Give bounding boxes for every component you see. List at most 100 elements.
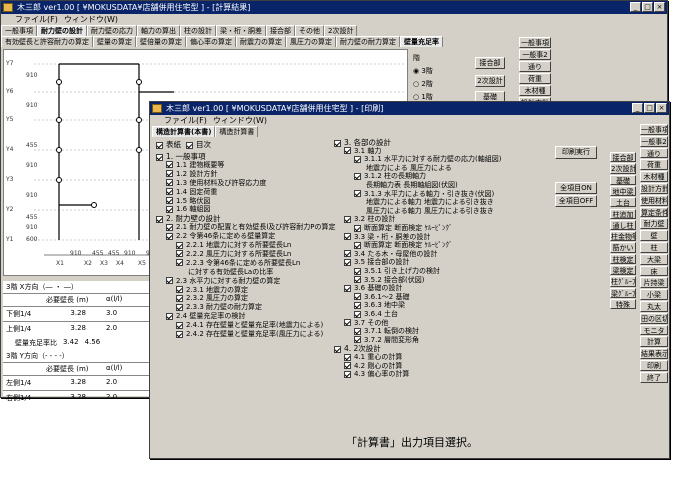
tab-wall-amount[interactable]: 壁量の算定 bbox=[93, 36, 136, 47]
menu-window[interactable]: ウィンドウ(W) bbox=[64, 14, 118, 25]
checkbox-checked-icon[interactable] bbox=[344, 284, 351, 292]
checkbox-checked-icon[interactable] bbox=[176, 330, 183, 338]
side-button[interactable]: 丸太 bbox=[640, 301, 668, 312]
checkbox-checked-icon[interactable] bbox=[176, 303, 183, 311]
checkbox-checked-icon[interactable] bbox=[344, 362, 351, 370]
checkbox-checked-icon[interactable] bbox=[166, 197, 173, 204]
tab-wall-sufficiency[interactable]: 壁量充足率 bbox=[400, 36, 443, 47]
tab-joint[interactable]: 接合部 bbox=[266, 25, 295, 36]
minimize-button[interactable]: _ bbox=[632, 103, 643, 113]
side-button[interactable]: 小梁 bbox=[640, 289, 668, 300]
report-item-checkbox[interactable]: 2. 耐力壁の設計 bbox=[156, 214, 221, 223]
side-button[interactable]: 計算 bbox=[640, 336, 668, 348]
tab-wall-design[interactable]: 耐力壁の設計 bbox=[37, 25, 87, 36]
side-button[interactable]: 地中梁 bbox=[610, 185, 636, 197]
report-item-checkbox[interactable]: 2.3.3 耐力壁の耐力算定 bbox=[176, 303, 262, 312]
checkbox-checked-icon[interactable] bbox=[176, 321, 183, 329]
tab-report-main[interactable]: 構造計算書(本書) bbox=[152, 126, 216, 137]
menu-file[interactable]: ファイル(F) bbox=[15, 14, 58, 25]
side-button[interactable]: 算定条件 bbox=[640, 206, 668, 218]
menu-window[interactable]: ウィンドウ(W) bbox=[213, 115, 267, 126]
menu-file[interactable]: ファイル(F) bbox=[164, 115, 207, 126]
tab-wall-multiple[interactable]: 壁倍量の算定 bbox=[136, 36, 186, 47]
back-btn-wood[interactable]: 木材種 bbox=[519, 85, 551, 96]
tab-general[interactable]: 一般事項 bbox=[1, 25, 37, 36]
report-item-checkbox[interactable]: 表紙 bbox=[156, 140, 181, 149]
report-item-checkbox[interactable]: 4.3 偏心率の計算 bbox=[344, 370, 409, 379]
tab-effective-wall[interactable]: 有効壁長と許容耐力の算定 bbox=[1, 36, 93, 47]
side-button[interactable]: 使用材料 bbox=[640, 194, 668, 206]
all-off-button[interactable]: 全項目OFF bbox=[555, 195, 597, 207]
checkbox-checked-icon[interactable] bbox=[354, 172, 361, 180]
side-button[interactable]: 通し柱 bbox=[610, 219, 636, 231]
report-item-checkbox[interactable]: 2.2 令第46条に定める壁量算定 bbox=[166, 232, 275, 241]
print-exec-button[interactable]: 印刷実行 bbox=[555, 146, 597, 159]
report-item-checkbox[interactable]: 2.4 壁量充足率の検討 bbox=[166, 312, 245, 321]
report-item-checkbox[interactable]: に対する有効壁長Laの比率 bbox=[188, 268, 273, 277]
side-button[interactable]: 特殊 bbox=[610, 298, 636, 310]
back-btn-joint[interactable]: 接合部 bbox=[475, 57, 505, 69]
checkbox-checked-icon[interactable] bbox=[344, 147, 351, 155]
checkbox-checked-icon[interactable] bbox=[354, 267, 361, 275]
tab-other[interactable]: その他 bbox=[295, 25, 324, 36]
side-button[interactable]: 柱金物等 bbox=[610, 231, 636, 242]
checkbox-checked-icon[interactable] bbox=[354, 224, 361, 232]
checkbox-checked-icon[interactable] bbox=[344, 250, 351, 258]
back-btn-load[interactable]: 荷重 bbox=[519, 73, 551, 84]
checkbox-checked-icon[interactable] bbox=[354, 301, 361, 309]
checkbox-checked-icon[interactable] bbox=[166, 223, 173, 231]
checkbox-checked-icon[interactable] bbox=[176, 259, 183, 267]
checkbox-checked-icon[interactable] bbox=[156, 141, 163, 149]
side-button[interactable]: 接合部 bbox=[610, 152, 636, 163]
side-button[interactable]: 終了 bbox=[640, 371, 668, 383]
side-button[interactable]: 土台 bbox=[610, 197, 636, 208]
report-item-checkbox[interactable]: 2.3 水平力に対する耐力壁の算定 bbox=[166, 277, 280, 286]
side-button[interactable]: モニタ bbox=[640, 324, 668, 336]
checkbox-checked-icon[interactable] bbox=[176, 241, 183, 249]
side-button[interactable]: 木材種 bbox=[640, 171, 668, 182]
tab-report-sub[interactable]: 構造計算書 bbox=[215, 126, 259, 137]
tab-seismic[interactable]: 耐震力の算定 bbox=[236, 36, 286, 47]
side-button[interactable]: 梁検定 bbox=[610, 265, 636, 276]
report-item-checkbox[interactable]: 1. 一般事項 bbox=[156, 152, 206, 161]
side-button[interactable]: 梁ｸﾞﾙｰﾌﾟ bbox=[610, 287, 636, 298]
report-item-checkbox[interactable]: 1.4 固定荷重 bbox=[166, 188, 217, 197]
report-item-checkbox[interactable]: 1.3 使用材料及び許容応力度 bbox=[166, 179, 266, 188]
checkbox-checked-icon[interactable] bbox=[176, 250, 183, 258]
tab-wind[interactable]: 風圧力の算定 bbox=[286, 36, 336, 47]
report-item-checkbox[interactable]: 目次 bbox=[186, 140, 211, 149]
all-on-button[interactable]: 全項目ON bbox=[555, 182, 597, 194]
maximize-button[interactable]: □ bbox=[642, 2, 653, 12]
checkbox-checked-icon[interactable] bbox=[166, 232, 173, 240]
checkbox-checked-icon[interactable] bbox=[344, 215, 351, 223]
side-button[interactable]: 2次設計 bbox=[610, 163, 636, 174]
checkbox-checked-icon[interactable] bbox=[156, 153, 163, 161]
report-item-checkbox[interactable]: 2.4.2 存在壁量と壁量充足率(風圧力による) bbox=[176, 330, 323, 339]
checkbox-checked-icon[interactable] bbox=[354, 241, 361, 249]
checkbox-checked-icon[interactable] bbox=[354, 155, 361, 163]
side-button[interactable]: 結果表示 bbox=[640, 348, 668, 359]
side-button[interactable]: 片持梁 bbox=[640, 277, 668, 289]
back-btn-grid[interactable]: 通り bbox=[519, 61, 551, 72]
side-button[interactable]: 設計方針 bbox=[640, 183, 668, 194]
side-button[interactable]: 一般事2 bbox=[640, 135, 668, 147]
checkbox-checked-icon[interactable] bbox=[166, 188, 173, 196]
side-button[interactable]: 荷重 bbox=[640, 159, 668, 171]
checkbox-checked-icon[interactable] bbox=[186, 141, 193, 149]
tab-2nd-design[interactable]: 2次設計 bbox=[324, 25, 358, 36]
report-item-checkbox[interactable]: 2.4.1 存在壁量と壁量充足率(地震力による) bbox=[176, 321, 323, 330]
side-button[interactable]: 柱 bbox=[640, 242, 668, 253]
checkbox-checked-icon[interactable] bbox=[344, 233, 351, 241]
tab-column[interactable]: 柱の設計 bbox=[180, 25, 216, 36]
tab-wall-stress[interactable]: 耐力壁の応力 bbox=[87, 25, 137, 36]
checkbox-checked-icon[interactable] bbox=[166, 312, 173, 320]
tab-beam[interactable]: 梁・桁・胴差 bbox=[216, 25, 266, 36]
side-button[interactable]: 一般事項 bbox=[640, 124, 668, 135]
side-button[interactable]: 耐力壁 bbox=[640, 218, 668, 230]
checkbox-checked-icon[interactable] bbox=[166, 179, 173, 187]
tab-wall-capacity[interactable]: 耐力壁の耐力算定 bbox=[336, 36, 400, 47]
checkbox-checked-icon[interactable] bbox=[334, 139, 341, 147]
checkbox-checked-icon[interactable] bbox=[354, 327, 361, 335]
checkbox-checked-icon[interactable] bbox=[354, 293, 361, 301]
tab-axial[interactable]: 軸力の算出 bbox=[137, 25, 180, 36]
